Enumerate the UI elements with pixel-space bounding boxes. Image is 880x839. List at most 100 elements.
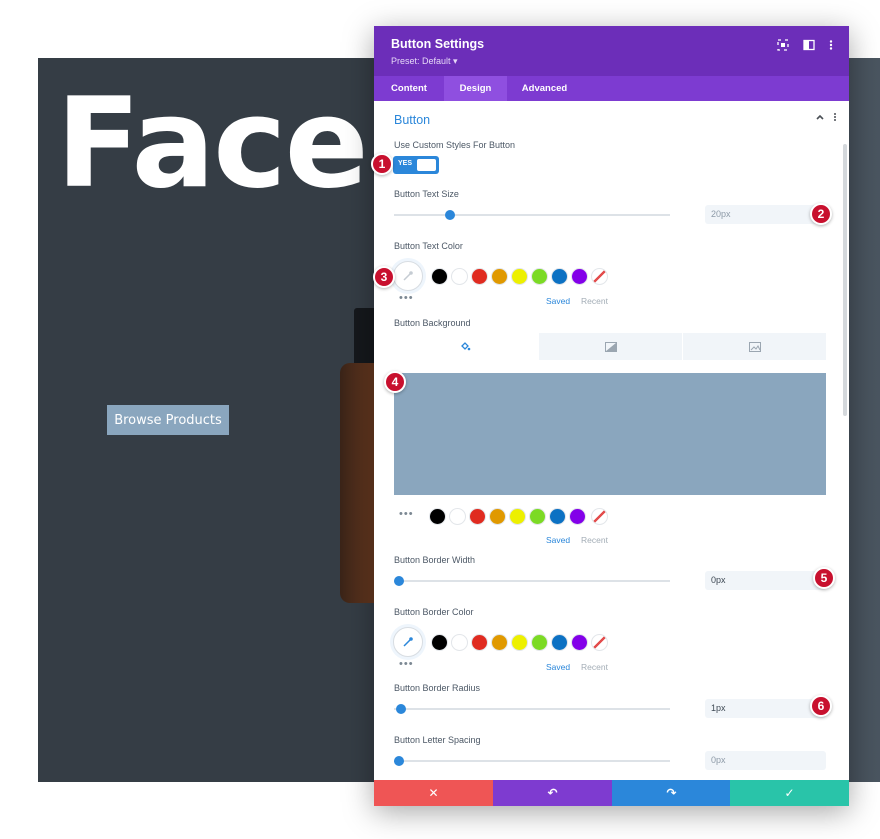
swatch-white[interactable]	[449, 508, 466, 525]
swatch-none[interactable]	[591, 634, 608, 651]
more-vertical-icon[interactable]	[824, 39, 838, 53]
saved-tab[interactable]: Saved	[546, 535, 570, 545]
swatch-red[interactable]	[471, 268, 488, 285]
text-color-label: Button Text Color	[394, 241, 463, 251]
swatch-purple[interactable]	[569, 508, 586, 525]
recent-tab[interactable]: Recent	[581, 662, 608, 672]
swatch-orange[interactable]	[489, 508, 506, 525]
marker-1: 1	[371, 153, 393, 175]
swatch-yellow[interactable]	[511, 634, 528, 651]
swatch-red[interactable]	[471, 634, 488, 651]
modal-scrollbar[interactable]	[843, 144, 847, 416]
more-dots-icon[interactable]: •••	[399, 292, 414, 304]
toggle-yes-label: YES	[398, 160, 413, 167]
swatch-green[interactable]	[529, 508, 546, 525]
cancel-button[interactable]: ✕	[374, 780, 493, 806]
text-size-slider-track[interactable]	[394, 214, 670, 216]
tab-content[interactable]: Content	[374, 76, 444, 101]
text-size-input[interactable]: 20px	[705, 205, 826, 224]
swatch-purple[interactable]	[571, 268, 588, 285]
modal-tabs: Content Design Advanced	[374, 76, 849, 101]
border-color-picker[interactable]	[393, 627, 423, 657]
preset-selector[interactable]: Preset: Default ▾	[391, 56, 458, 67]
swatch-white[interactable]	[451, 268, 468, 285]
swatch-black[interactable]	[429, 508, 446, 525]
eyedropper-icon	[403, 271, 413, 281]
close-icon: ✕	[428, 786, 439, 800]
marker-5: 5	[813, 567, 835, 589]
swatch-purple[interactable]	[571, 634, 588, 651]
text-color-picker[interactable]	[393, 261, 423, 291]
button-settings-modal: Button Settings Preset: Default ▾ Conten…	[374, 26, 849, 806]
swatch-red[interactable]	[469, 508, 486, 525]
background-type-tabs	[394, 333, 826, 360]
swatch-orange[interactable]	[491, 268, 508, 285]
tab-design[interactable]: Design	[444, 76, 507, 101]
border-width-slider-thumb[interactable]	[394, 576, 404, 586]
swatch-blue[interactable]	[551, 634, 568, 651]
marker-3: 3	[373, 266, 395, 288]
custom-styles-label: Use Custom Styles For Button	[394, 140, 516, 150]
swatch-orange[interactable]	[491, 634, 508, 651]
border-width-input[interactable]: 0px	[705, 571, 826, 590]
text-size-label: Button Text Size	[394, 189, 459, 199]
recent-tab[interactable]: Recent	[581, 535, 608, 545]
border-radius-slider-track[interactable]	[394, 708, 670, 710]
letter-spacing-slider-thumb[interactable]	[394, 756, 404, 766]
border-color-label: Button Border Color	[394, 607, 474, 617]
swatch-green[interactable]	[531, 634, 548, 651]
swatch-yellow[interactable]	[511, 268, 528, 285]
bg-tab-gradient[interactable]	[539, 333, 682, 360]
swatch-none[interactable]	[591, 268, 608, 285]
border-width-slider-track[interactable]	[394, 580, 670, 582]
swatch-blue[interactable]	[549, 508, 566, 525]
saved-tab[interactable]: Saved	[546, 296, 570, 306]
custom-styles-toggle[interactable]: YES	[393, 156, 439, 174]
border-width-label: Button Border Width	[394, 555, 476, 565]
undo-icon: ↶	[547, 786, 558, 800]
swatch-black[interactable]	[431, 268, 448, 285]
marker-4: 4	[384, 371, 406, 393]
bg-tab-image[interactable]	[683, 333, 826, 360]
paint-bucket-icon	[461, 342, 471, 351]
preset-label: Preset: Default	[391, 56, 451, 66]
swatch-yellow[interactable]	[509, 508, 526, 525]
modal-title: Button Settings	[391, 37, 485, 51]
letter-spacing-slider-track[interactable]	[394, 760, 670, 762]
marker-6: 6	[810, 695, 832, 717]
border-radius-slider-thumb[interactable]	[396, 704, 406, 714]
recent-tab[interactable]: Recent	[581, 296, 608, 306]
redo-button[interactable]: ↷	[612, 780, 731, 806]
swatch-green[interactable]	[531, 268, 548, 285]
swatch-none[interactable]	[591, 508, 608, 525]
letter-spacing-input[interactable]: 0px	[705, 751, 826, 770]
border-radius-label: Button Border Radius	[394, 683, 481, 693]
marker-2: 2	[810, 203, 832, 225]
redo-icon: ↷	[666, 786, 677, 800]
split-view-icon[interactable]	[802, 39, 816, 53]
hero-title: Face	[56, 72, 369, 216]
check-icon: ✓	[784, 786, 795, 800]
chevron-up-icon[interactable]	[815, 112, 825, 125]
focus-icon[interactable]	[776, 39, 790, 53]
image-icon	[748, 341, 761, 352]
text-size-slider-thumb[interactable]	[445, 210, 455, 220]
gradient-icon	[604, 341, 617, 352]
save-button[interactable]: ✓	[730, 780, 849, 806]
background-label: Button Background	[394, 318, 471, 328]
eyedropper-icon	[403, 637, 413, 647]
background-color-preview[interactable]	[394, 373, 826, 495]
border-radius-input[interactable]: 1px	[705, 699, 826, 718]
saved-tab[interactable]: Saved	[546, 662, 570, 672]
swatch-blue[interactable]	[551, 268, 568, 285]
section-title-button: Button	[394, 113, 431, 127]
tab-advanced[interactable]: Advanced	[507, 76, 582, 101]
undo-button[interactable]: ↶	[493, 780, 612, 806]
bg-tab-color[interactable]	[394, 333, 537, 360]
section-more-icon[interactable]	[832, 112, 838, 125]
swatch-white[interactable]	[451, 634, 468, 651]
more-dots-icon[interactable]: •••	[399, 658, 414, 670]
more-dots-icon[interactable]: •••	[399, 508, 414, 520]
browse-products-button[interactable]: Browse Products	[107, 405, 229, 435]
swatch-black[interactable]	[431, 634, 448, 651]
